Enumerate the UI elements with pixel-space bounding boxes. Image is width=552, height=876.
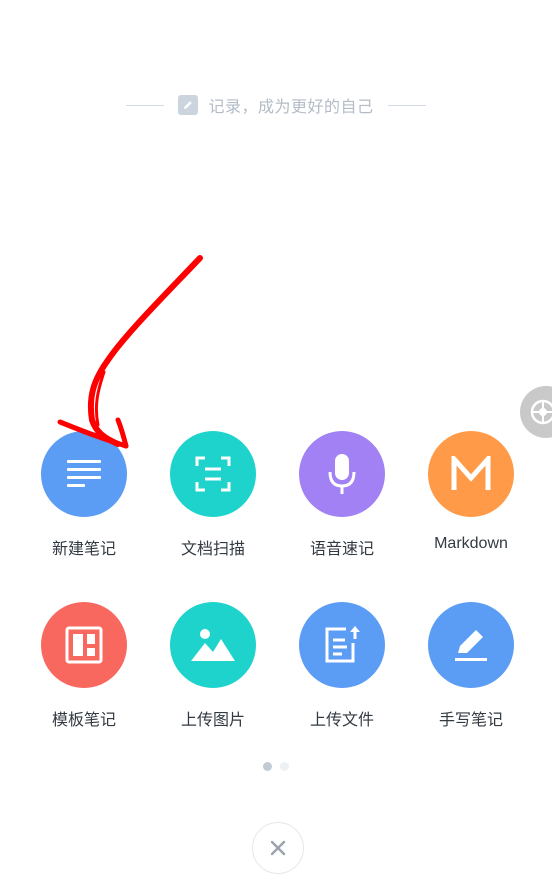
handwriting-note-button[interactable]: 手写笔记 bbox=[411, 602, 531, 732]
markdown-label: Markdown bbox=[434, 535, 508, 552]
document-scan-label: 文档扫描 bbox=[180, 539, 245, 558]
upload-file-label: 上传文件 bbox=[309, 710, 374, 729]
document-scan-button[interactable]: 文档扫描 bbox=[153, 431, 273, 561]
pen-icon bbox=[428, 602, 514, 688]
new-note-button[interactable]: 新建笔记 bbox=[24, 431, 144, 561]
upload-image-button[interactable]: 上传图片 bbox=[153, 602, 273, 732]
template-icon bbox=[41, 602, 127, 688]
voice-memo-label: 语音速记 bbox=[309, 539, 374, 558]
create-note-panel: 记录，成为更好的自己 新建笔记 文档扫描 语音速记 Markdown 模板笔记 … bbox=[0, 0, 552, 876]
voice-memo-button[interactable]: 语音速记 bbox=[282, 431, 402, 561]
page-dot[interactable] bbox=[280, 762, 289, 771]
close-button[interactable] bbox=[252, 822, 304, 874]
handwriting-note-label: 手写笔记 bbox=[438, 710, 503, 729]
page-dot-active[interactable] bbox=[263, 762, 272, 771]
upload-image-label: 上传图片 bbox=[180, 710, 245, 729]
action-grid: 新建笔记 文档扫描 语音速记 Markdown 模板笔记 上传图片 上传文件 手… bbox=[0, 0, 552, 876]
image-icon bbox=[170, 602, 256, 688]
microphone-icon bbox=[299, 431, 385, 517]
upload-file-button[interactable]: 上传文件 bbox=[282, 602, 402, 732]
template-note-button[interactable]: 模板笔记 bbox=[24, 602, 144, 732]
page-indicator bbox=[0, 762, 552, 772]
template-note-label: 模板笔记 bbox=[51, 710, 116, 729]
close-icon bbox=[270, 840, 286, 856]
markdown-button[interactable]: Markdown bbox=[411, 431, 531, 561]
assistive-touch-icon bbox=[530, 399, 552, 425]
markdown-m-icon bbox=[428, 431, 514, 517]
new-note-label: 新建笔记 bbox=[51, 539, 116, 558]
lines-icon bbox=[41, 431, 127, 517]
upload-file-icon bbox=[299, 602, 385, 688]
scan-icon bbox=[170, 431, 256, 517]
